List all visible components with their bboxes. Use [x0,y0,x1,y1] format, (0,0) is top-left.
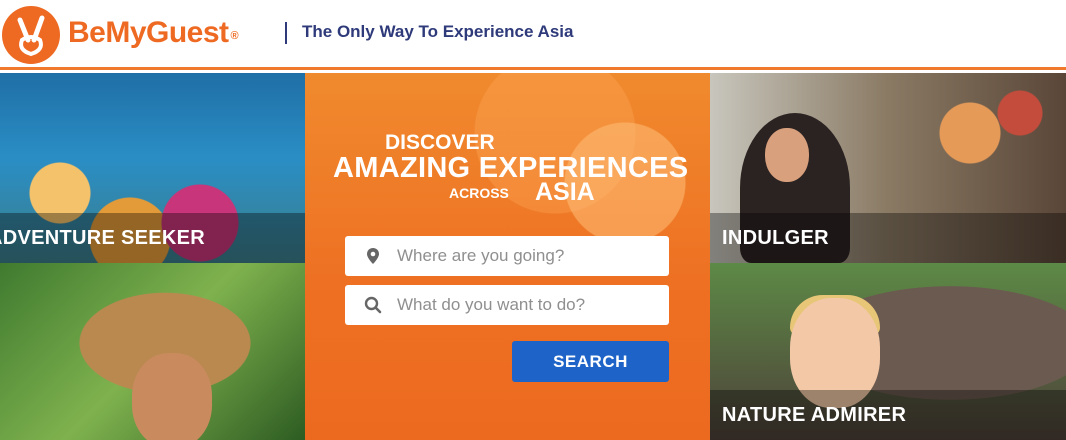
traveler-face [765,128,809,182]
tile-label-indulger: INDULGER [710,213,1066,263]
tile-indulger[interactable]: INDULGER [710,73,1066,263]
hero-line-amazing: AMAZING EXPERIENCES [333,152,689,184]
map-pin-icon [367,248,379,264]
hero-line-across: ACROSS [449,185,509,201]
tile-label-adventure: ADVENTURE SEEKER [0,213,305,263]
hero-line-asia: ASIA [535,178,595,206]
traveler-photo [132,353,212,440]
peace-hand-icon[interactable] [2,6,60,64]
tile-culture-photo[interactable] [0,263,305,440]
search-icon [364,296,382,314]
brand-name: BeMyGuest [68,16,229,49]
tile-label-nature: NATURE ADMIRER [710,390,1066,440]
tagline: The Only Way To Experience Asia [302,22,574,41]
site-header: BeMyGuest ® The Only Way To Experience As… [0,0,1066,70]
destination-input[interactable] [397,236,659,276]
header-divider [285,22,287,44]
search-button[interactable]: SEARCH [512,341,669,382]
registered-mark: ® [230,30,239,42]
activity-field [345,285,669,325]
brand-logo[interactable]: BeMyGuest ® [68,16,239,50]
tile-nature-admirer[interactable]: NATURE ADMIRER [710,263,1066,440]
activity-input[interactable] [397,285,659,325]
destination-field [345,236,669,276]
tile-adventure-seeker[interactable]: ADVENTURE SEEKER [0,73,305,263]
